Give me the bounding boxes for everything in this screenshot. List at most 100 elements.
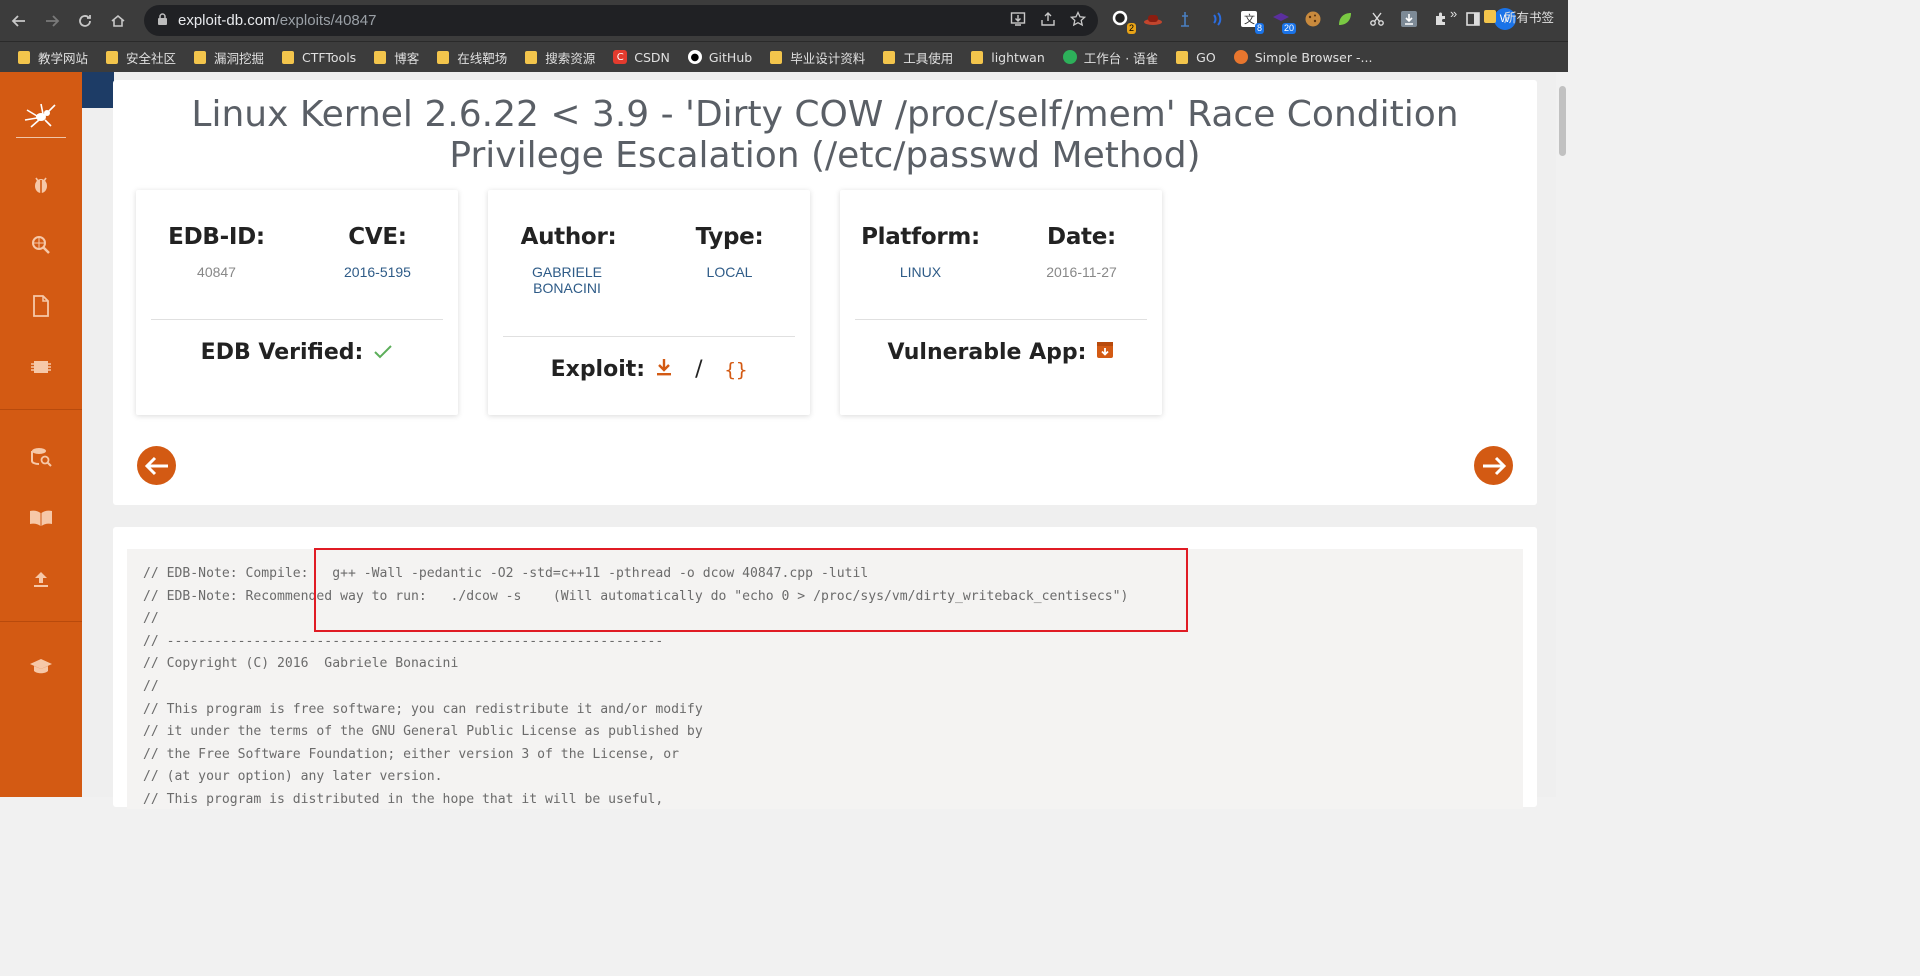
bookmark-label: 漏洞挖掘 bbox=[214, 50, 265, 66]
folder-icon bbox=[194, 50, 207, 64]
ext-cookie-icon[interactable] bbox=[1302, 8, 1324, 30]
bookmark-label: GitHub bbox=[708, 49, 753, 65]
ext-wave-icon[interactable] bbox=[1206, 8, 1228, 30]
folder-icon bbox=[971, 50, 984, 64]
ext-cap-icon[interactable]: 20 bbox=[1270, 8, 1296, 34]
bookmark-item[interactable]: 漏洞挖掘 bbox=[194, 48, 264, 67]
bookmark-label: CSDN bbox=[634, 49, 670, 65]
card-divider bbox=[503, 336, 795, 337]
reload-icon[interactable] bbox=[71, 7, 99, 35]
exploit-separator: / bbox=[695, 357, 703, 382]
folder-icon bbox=[525, 50, 538, 64]
bookmarks-bar: 教学网站 安全社区 漏洞挖掘 CTFTools 博客 在线靶场 搜索资源 C CSDN ● GitH… bbox=[0, 41, 1568, 72]
header-band bbox=[82, 72, 114, 108]
forward-icon[interactable] bbox=[38, 7, 66, 35]
bookmark-label: CTFTools bbox=[302, 49, 357, 65]
download-icon[interactable] bbox=[655, 357, 673, 382]
ext-translate-icon[interactable]: 文 8 bbox=[1238, 8, 1264, 34]
upload-icon[interactable] bbox=[29, 567, 53, 591]
back-icon[interactable] bbox=[5, 7, 33, 35]
exploit-title: Linux Kernel 2.6.22 < 3.9 - 'Dirty COW /… bbox=[191, 94, 1459, 176]
bookmark-label: lightwan bbox=[991, 49, 1045, 65]
home-icon[interactable] bbox=[104, 7, 132, 35]
install-icon[interactable] bbox=[1010, 11, 1026, 31]
exploit-downloads: Exploit: / {} bbox=[488, 357, 810, 382]
url-text: exploit-db.com/exploits/40847 bbox=[178, 12, 377, 29]
page-scrollbar[interactable] bbox=[1556, 72, 1568, 797]
exploit-db-logo[interactable] bbox=[16, 90, 66, 138]
lock-icon[interactable] bbox=[157, 12, 168, 29]
bookmark-item[interactable]: 博客 bbox=[374, 48, 419, 67]
exploit-summary-card: Linux Kernel 2.6.22 < 3.9 - 'Dirty COW /… bbox=[113, 80, 1537, 505]
archive-download-icon[interactable] bbox=[1096, 340, 1114, 365]
folder-icon bbox=[1176, 50, 1189, 64]
bookmark-item[interactable]: Simple Browser -... bbox=[1233, 50, 1372, 65]
edb-id-value: 40847 bbox=[197, 264, 236, 280]
all-bookmarks-folder[interactable]: 所有书签 bbox=[1484, 7, 1554, 26]
date-label: Date: bbox=[1047, 224, 1116, 250]
sidebar-divider bbox=[0, 409, 82, 410]
folder-icon bbox=[770, 50, 783, 64]
edb-verified-label: EDB Verified: bbox=[200, 340, 364, 365]
check-icon bbox=[373, 341, 393, 365]
next-exploit-button[interactable] bbox=[1474, 446, 1513, 485]
bookmark-item[interactable]: 工具使用 bbox=[883, 48, 953, 67]
ext-download-icon[interactable] bbox=[1398, 8, 1420, 30]
folder-icon bbox=[374, 50, 387, 64]
bookmark-item[interactable]: CTFTools bbox=[282, 50, 356, 65]
sidebar bbox=[0, 72, 82, 797]
code-line: // -------------------------------------… bbox=[143, 633, 664, 649]
bookmark-item[interactable]: 搜索资源 bbox=[525, 48, 595, 67]
folder-icon bbox=[1484, 10, 1496, 23]
cve-label: CVE: bbox=[348, 224, 407, 250]
platform-link[interactable]: LINUX bbox=[840, 264, 1001, 280]
ext-search-icon[interactable]: 2 bbox=[1110, 8, 1136, 34]
code-line: // This program is free software; you ca… bbox=[143, 701, 703, 717]
folder-icon bbox=[106, 50, 119, 64]
cve-link[interactable]: 2016-5195 bbox=[297, 264, 458, 280]
bookmark-star-icon[interactable] bbox=[1069, 10, 1087, 31]
scrollbar-thumb[interactable] bbox=[1559, 86, 1566, 156]
svg-text:文: 文 bbox=[1244, 12, 1255, 26]
author-link[interactable]: GABRIELE BONACINI bbox=[522, 264, 612, 296]
bookmark-item[interactable]: 安全社区 bbox=[106, 48, 176, 67]
ext-scissors-icon[interactable] bbox=[1366, 8, 1388, 30]
search-globe-icon[interactable] bbox=[29, 233, 53, 257]
bookmark-item[interactable]: ● GitHub bbox=[687, 49, 753, 65]
sidepanel-icon[interactable] bbox=[1462, 8, 1484, 30]
bookmark-item[interactable]: lightwan bbox=[971, 50, 1045, 65]
card-divider bbox=[855, 319, 1147, 320]
bookmark-label: 毕业设计资料 bbox=[790, 50, 866, 66]
bookmark-item[interactable]: GO bbox=[1176, 50, 1216, 65]
author-label: Author: bbox=[520, 224, 617, 250]
address-bar[interactable]: exploit-db.com/exploits/40847 bbox=[144, 5, 1098, 36]
type-label: Type: bbox=[695, 224, 764, 250]
previous-exploit-button[interactable] bbox=[137, 446, 176, 485]
bookmark-item[interactable]: 教学网站 bbox=[18, 48, 88, 67]
file-icon[interactable] bbox=[29, 294, 53, 318]
bookmarks-overflow-button[interactable]: » bbox=[1450, 6, 1457, 21]
type-link[interactable]: LOCAL bbox=[649, 264, 810, 280]
view-raw-icon[interactable]: {} bbox=[725, 359, 748, 381]
bookmark-item[interactable]: 在线靶场 bbox=[437, 48, 507, 67]
vulnerable-app: Vulnerable App: bbox=[840, 340, 1162, 365]
extensions-puzzle-icon[interactable] bbox=[1430, 8, 1452, 30]
csdn-icon: C bbox=[613, 50, 628, 64]
date-value: 2016-11-27 bbox=[1046, 264, 1117, 280]
folder-icon bbox=[883, 50, 896, 64]
ext-leaf-icon[interactable] bbox=[1334, 8, 1356, 30]
bug-icon[interactable] bbox=[29, 172, 53, 196]
bookmark-label: 教学网站 bbox=[38, 50, 89, 66]
chip-icon[interactable] bbox=[29, 355, 53, 379]
bookmark-item[interactable]: 工作台 · 语雀 bbox=[1062, 48, 1158, 67]
bookmark-label: 工具使用 bbox=[903, 50, 954, 66]
bookmark-item[interactable]: C CSDN bbox=[613, 50, 670, 65]
ext-hat-icon[interactable] bbox=[1142, 8, 1164, 30]
database-search-icon[interactable] bbox=[29, 445, 53, 469]
share-icon[interactable] bbox=[1040, 11, 1056, 31]
book-open-icon[interactable] bbox=[29, 506, 53, 530]
bookmark-item[interactable]: 毕业设计资料 bbox=[770, 48, 865, 67]
card-divider bbox=[151, 319, 443, 320]
graduation-cap-icon[interactable] bbox=[29, 655, 53, 679]
ext-tower-icon[interactable] bbox=[1174, 8, 1196, 30]
